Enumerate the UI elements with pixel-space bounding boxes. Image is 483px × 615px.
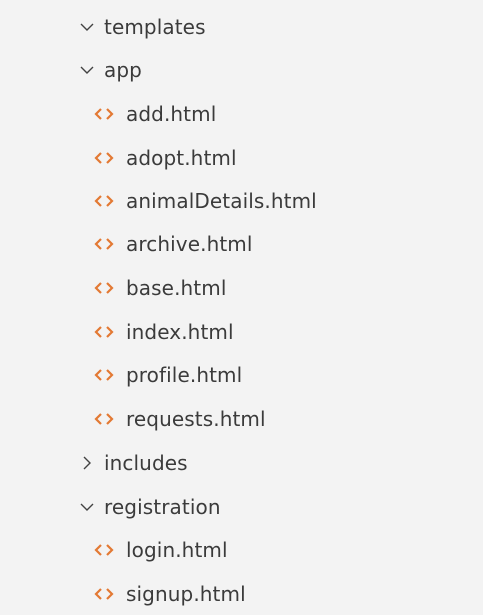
tree-file-profile-html[interactable]: profile.html (0, 353, 483, 396)
html-file-icon (92, 233, 116, 255)
tree-file-signup-html[interactable]: signup.html (0, 572, 483, 615)
chevron-down-icon (76, 59, 98, 81)
tree-folder-templates[interactable]: templates (0, 5, 483, 48)
tree-folder-registration[interactable]: registration (0, 485, 483, 528)
html-file-icon (92, 147, 116, 169)
tree-file-login-html[interactable]: login.html (0, 528, 483, 571)
tree-item-label: requests.html (126, 406, 266, 431)
tree-item-label: base.html (126, 275, 227, 300)
tree-folder-app[interactable]: app (0, 48, 483, 91)
html-file-icon (92, 364, 116, 386)
tree-item-label: add.html (126, 101, 217, 126)
tree-file-add-html[interactable]: add.html (0, 92, 483, 135)
tree-file-animaldetails-html[interactable]: animalDetails.html (0, 179, 483, 222)
tree-file-requests-html[interactable]: requests.html (0, 397, 483, 440)
file-explorer-tree: templates app add.html adopt.html animal… (0, 0, 483, 611)
tree-item-label: templates (104, 14, 206, 39)
html-file-icon (92, 103, 116, 125)
tree-item-label: profile.html (126, 362, 243, 387)
tree-file-archive-html[interactable]: archive.html (0, 222, 483, 265)
tree-file-adopt-html[interactable]: adopt.html (0, 136, 483, 179)
tree-item-label: app (104, 57, 142, 82)
tree-item-label: index.html (126, 319, 234, 344)
tree-item-label: animalDetails.html (126, 188, 317, 213)
tree-item-label: signup.html (126, 581, 246, 606)
chevron-down-icon (76, 496, 98, 518)
tree-file-index-html[interactable]: index.html (0, 310, 483, 353)
tree-folder-includes[interactable]: includes (0, 441, 483, 484)
tree-item-label: archive.html (126, 231, 253, 256)
chevron-down-icon (76, 16, 98, 38)
html-file-icon (92, 190, 116, 212)
tree-item-label: adopt.html (126, 145, 237, 170)
tree-item-label: registration (104, 494, 221, 519)
html-file-icon (92, 321, 116, 343)
html-file-icon (92, 539, 116, 561)
html-file-icon (92, 277, 116, 299)
html-file-icon (92, 583, 116, 605)
html-file-icon (92, 408, 116, 430)
chevron-right-icon (76, 452, 98, 474)
tree-file-base-html[interactable]: base.html (0, 266, 483, 309)
tree-item-label: login.html (126, 537, 228, 562)
tree-item-label: includes (104, 450, 188, 475)
